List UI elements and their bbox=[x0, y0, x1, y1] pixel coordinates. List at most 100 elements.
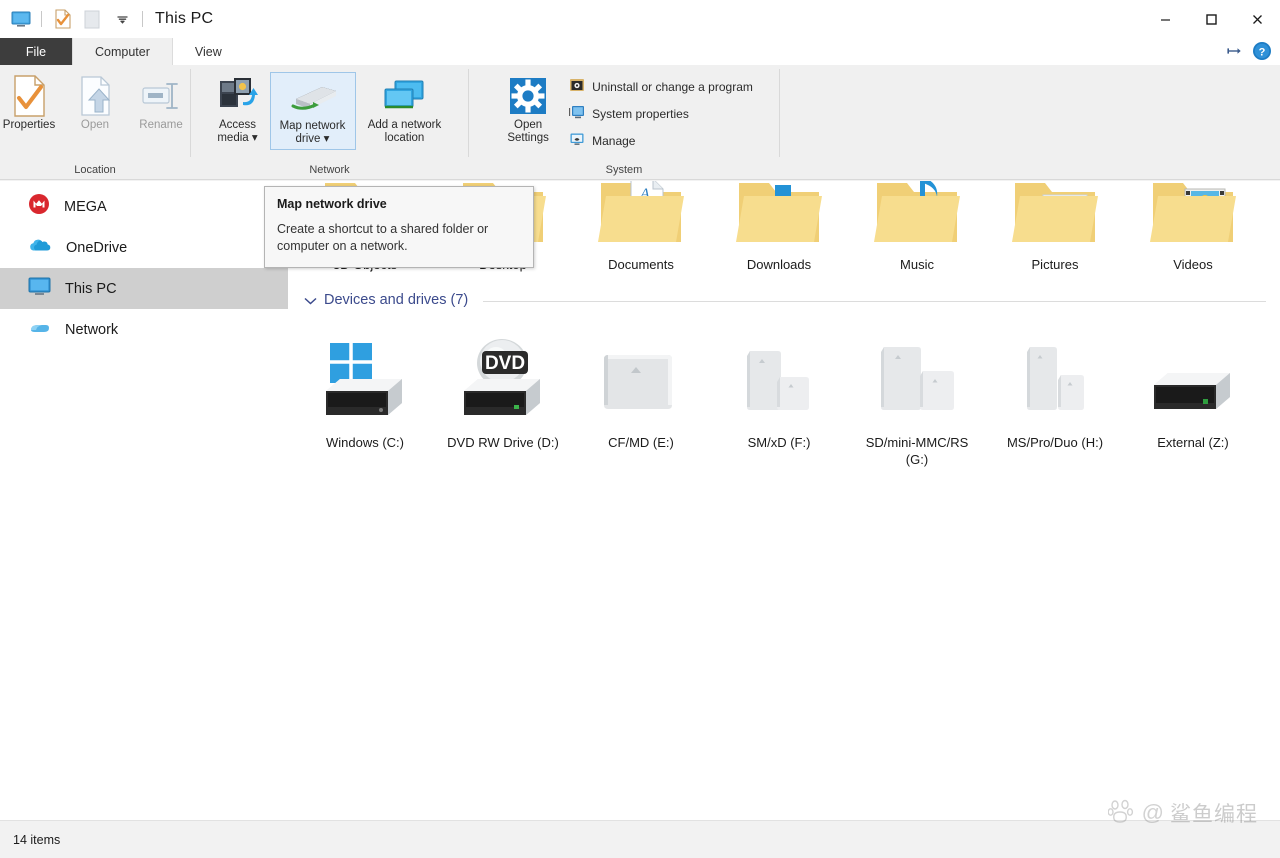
file-explorer-window: This PC File Computer View ? Properties … bbox=[0, 0, 1280, 858]
minimize-button[interactable] bbox=[1142, 0, 1188, 38]
sidebar-item-label: Network bbox=[65, 321, 119, 338]
properties-icon[interactable] bbox=[49, 6, 75, 32]
ribbon-group-location: Properties Open Rename Location bbox=[0, 65, 190, 179]
drive-item-windows-c[interactable]: Windows (C:) bbox=[296, 321, 434, 468]
folder-item-videos[interactable]: Videos bbox=[1124, 181, 1262, 273]
access-media-icon bbox=[216, 76, 260, 116]
folder-videos-icon bbox=[1145, 181, 1241, 251]
tooltip-title: Map network drive bbox=[277, 197, 387, 211]
collapse-ribbon-icon[interactable] bbox=[1226, 44, 1242, 63]
hard-drive-windows-icon bbox=[310, 321, 420, 429]
folder-pictures-icon bbox=[1007, 181, 1103, 251]
ribbon-button-label: Add a network location bbox=[367, 119, 442, 144]
ribbon-button-rename[interactable]: Rename bbox=[128, 72, 194, 150]
quick-access-toolbar bbox=[0, 0, 146, 38]
folder-item-documents[interactable]: A Documents bbox=[572, 181, 710, 273]
sidebar-item-network[interactable]: Network bbox=[0, 309, 288, 350]
card-reader-ms-pro-duo-icon bbox=[1000, 321, 1110, 429]
drive-item-dvd-rw-d[interactable]: DVD DVD RW Drive (D:) bbox=[434, 321, 572, 468]
ribbon-button-map-network-drive[interactable]: Map network drive ▾ bbox=[269, 72, 356, 150]
drive-item-label: External (Z:) bbox=[1157, 435, 1229, 450]
tab-computer[interactable]: Computer bbox=[72, 38, 173, 65]
drive-item-cf-md-e[interactable]: CF/MD (E:) bbox=[572, 321, 710, 468]
this-pc-monitor-icon bbox=[28, 277, 51, 301]
svg-text:DVD: DVD bbox=[485, 353, 525, 374]
folder-item-label: Music bbox=[900, 257, 934, 272]
card-reader-sm-xd-icon bbox=[724, 321, 834, 429]
dvd-rw-drive-icon: DVD bbox=[448, 321, 558, 429]
ribbon-item-label: System properties bbox=[592, 107, 689, 121]
sidebar-item-label: This PC bbox=[65, 280, 117, 297]
folder-item-music[interactable]: Music bbox=[848, 181, 986, 273]
folder-downloads-icon bbox=[731, 181, 827, 251]
ribbon-button-add-network-location[interactable]: Add a network location bbox=[356, 72, 454, 150]
tab-view[interactable]: View bbox=[173, 38, 244, 65]
ribbon-group-label: Location bbox=[74, 164, 116, 176]
folder-item-downloads[interactable]: Downloads bbox=[710, 181, 848, 273]
help-icon[interactable]: ? bbox=[1252, 41, 1272, 66]
drive-item-label: SD/mini-MMC/RS (G:) bbox=[865, 435, 969, 467]
ribbon-item-uninstall-program[interactable]: Uninstall or change a program bbox=[569, 76, 753, 98]
window-controls bbox=[1142, 0, 1280, 38]
sidebar-item-mega[interactable]: MEGA bbox=[0, 186, 288, 227]
folder-documents-icon: A bbox=[593, 181, 689, 251]
ribbon-button-properties[interactable]: Properties bbox=[0, 72, 62, 150]
devices-group-header[interactable]: Devices and drives (7) bbox=[288, 285, 1280, 315]
customize-chevron-icon[interactable] bbox=[109, 6, 135, 32]
ribbon-button-open-settings[interactable]: Open Settings bbox=[495, 72, 561, 150]
chevron-down-icon: ▾ bbox=[251, 132, 258, 144]
ribbon-button-label: Open bbox=[80, 119, 110, 131]
rename-icon bbox=[139, 76, 183, 116]
ribbon-button-label: Access media bbox=[217, 119, 257, 144]
drive-item-label: DVD RW Drive (D:) bbox=[447, 435, 559, 450]
tooltip-map-network-drive: Map network drive Create a shortcut to a… bbox=[264, 186, 534, 268]
drive-item-sm-xd-f[interactable]: SM/xD (F:) bbox=[710, 321, 848, 468]
settings-gear-icon bbox=[508, 76, 548, 116]
new-folder-icon[interactable] bbox=[79, 6, 105, 32]
ribbon-item-manage[interactable]: Manage bbox=[569, 130, 753, 152]
properties-icon bbox=[10, 75, 48, 117]
sidebar-item-this-pc[interactable]: This PC bbox=[0, 268, 288, 309]
ribbon-button-label: Properties bbox=[2, 119, 56, 131]
drive-item-external-z[interactable]: External (Z:) bbox=[1124, 321, 1262, 468]
maximize-button[interactable] bbox=[1188, 0, 1234, 38]
external-drive-icon bbox=[1138, 321, 1248, 429]
ribbon-item-label: Manage bbox=[592, 134, 636, 148]
chevron-down-icon[interactable] bbox=[304, 294, 317, 307]
ribbon-item-system-properties[interactable]: System properties bbox=[569, 103, 753, 125]
tab-file[interactable]: File bbox=[0, 38, 72, 65]
drive-item-sd-mini-mmc-rs-g[interactable]: SD/mini-MMC/RS (G:) bbox=[848, 321, 986, 468]
qat-separator-1 bbox=[41, 11, 42, 27]
content-pane: 3D Objects Desktop bbox=[288, 181, 1280, 820]
qat-separator-2 bbox=[142, 11, 143, 27]
at-symbol-icon: @ bbox=[1141, 800, 1164, 825]
folder-item-label: Pictures bbox=[1031, 257, 1079, 272]
svg-text:?: ? bbox=[1259, 46, 1266, 58]
ribbon-tabs-right: ? bbox=[1226, 41, 1272, 66]
uninstall-program-icon bbox=[569, 77, 585, 98]
this-pc-icon[interactable] bbox=[8, 6, 34, 32]
group-header-rule bbox=[483, 300, 1266, 302]
ribbon-button-access-media[interactable]: Access media ▾ bbox=[206, 72, 270, 150]
ribbon-button-label: Rename bbox=[139, 119, 183, 131]
ribbon-group-network: Access media ▾ Map network drive ▾ Add a… bbox=[191, 65, 468, 179]
sidebar-item-onedrive[interactable]: OneDrive bbox=[0, 227, 288, 268]
close-button[interactable] bbox=[1234, 0, 1280, 38]
ribbon-group-system: Open Settings Uninstall or change a prog… bbox=[469, 65, 779, 179]
drive-item-ms-pro-duo-h[interactable]: MS/Pro/Duo (H:) bbox=[986, 321, 1124, 468]
ribbon-button-label: Open Settings bbox=[507, 119, 549, 144]
card-reader-cf-md-icon bbox=[586, 321, 696, 429]
navigation-pane: MEGA OneDrive This PC Network bbox=[0, 181, 288, 820]
watermark-text: 鲨鱼编程 bbox=[1170, 803, 1258, 826]
add-network-location-icon bbox=[379, 76, 431, 116]
folder-item-label: Videos bbox=[1173, 257, 1213, 272]
network-icon bbox=[28, 318, 51, 342]
card-reader-sd-mmc-icon bbox=[862, 321, 972, 429]
ribbon-item-label: Uninstall or change a program bbox=[592, 80, 753, 94]
ribbon-button-open[interactable]: Open bbox=[62, 72, 128, 150]
folder-item-pictures[interactable]: Pictures bbox=[986, 181, 1124, 273]
folder-item-label: Downloads bbox=[746, 257, 812, 272]
drive-item-label: Windows (C:) bbox=[325, 435, 404, 450]
sidebar-item-label: OneDrive bbox=[66, 239, 128, 256]
ribbon-group-label: System bbox=[605, 164, 643, 176]
